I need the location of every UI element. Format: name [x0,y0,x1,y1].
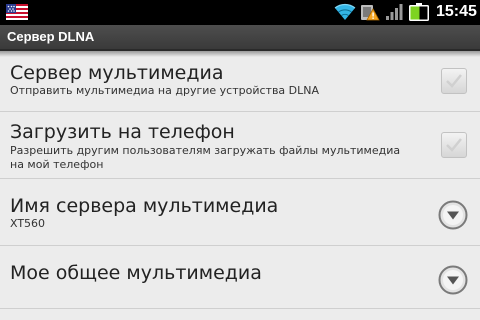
check-icon [446,138,462,152]
signal-icon [386,4,403,20]
chevron-down-icon[interactable] [438,265,468,295]
setting-summary: Разрешить другим пользователям загружать… [10,144,401,171]
setting-title: Мое общее мультимедиа [10,262,262,284]
chevron-down-icon[interactable] [438,200,468,230]
setting-title: Сервер мультимедиа [10,62,224,84]
setting-title: Имя сервера мультимедиа [10,195,279,217]
us-flag-icon [6,4,28,20]
setting-media-server[interactable]: Сервер мультимедиа Отправить мультимедиа… [0,51,480,112]
check-icon [446,74,462,88]
wifi-icon [334,3,356,21]
alert-icon [361,5,380,21]
setting-upload-to-phone[interactable]: Загрузить на телефон Разрешить другим по… [0,112,480,179]
setting-summary: Отправить мультимедиа на другие устройст… [10,84,320,97]
settings-list: Сервер мультимедиа Отправить мультимедиа… [0,51,480,309]
status-bar: 15:45 [0,0,480,25]
setting-title: Загрузить на телефон [10,121,235,143]
setting-summary: XT560 [10,217,46,230]
status-clock: 15:45 [436,3,477,20]
setting-media-server-name[interactable]: Имя сервера мультимедиа XT560 [0,179,480,246]
upload-to-phone-checkbox[interactable] [441,132,467,158]
media-server-checkbox[interactable] [441,68,467,94]
battery-icon [409,3,429,21]
title-bar: Сервер DLNA [0,25,480,51]
setting-my-shared-media[interactable]: Мое общее мультимедиа [0,246,480,309]
title-shadow [0,51,480,57]
page-title: Сервер DLNA [7,29,95,44]
